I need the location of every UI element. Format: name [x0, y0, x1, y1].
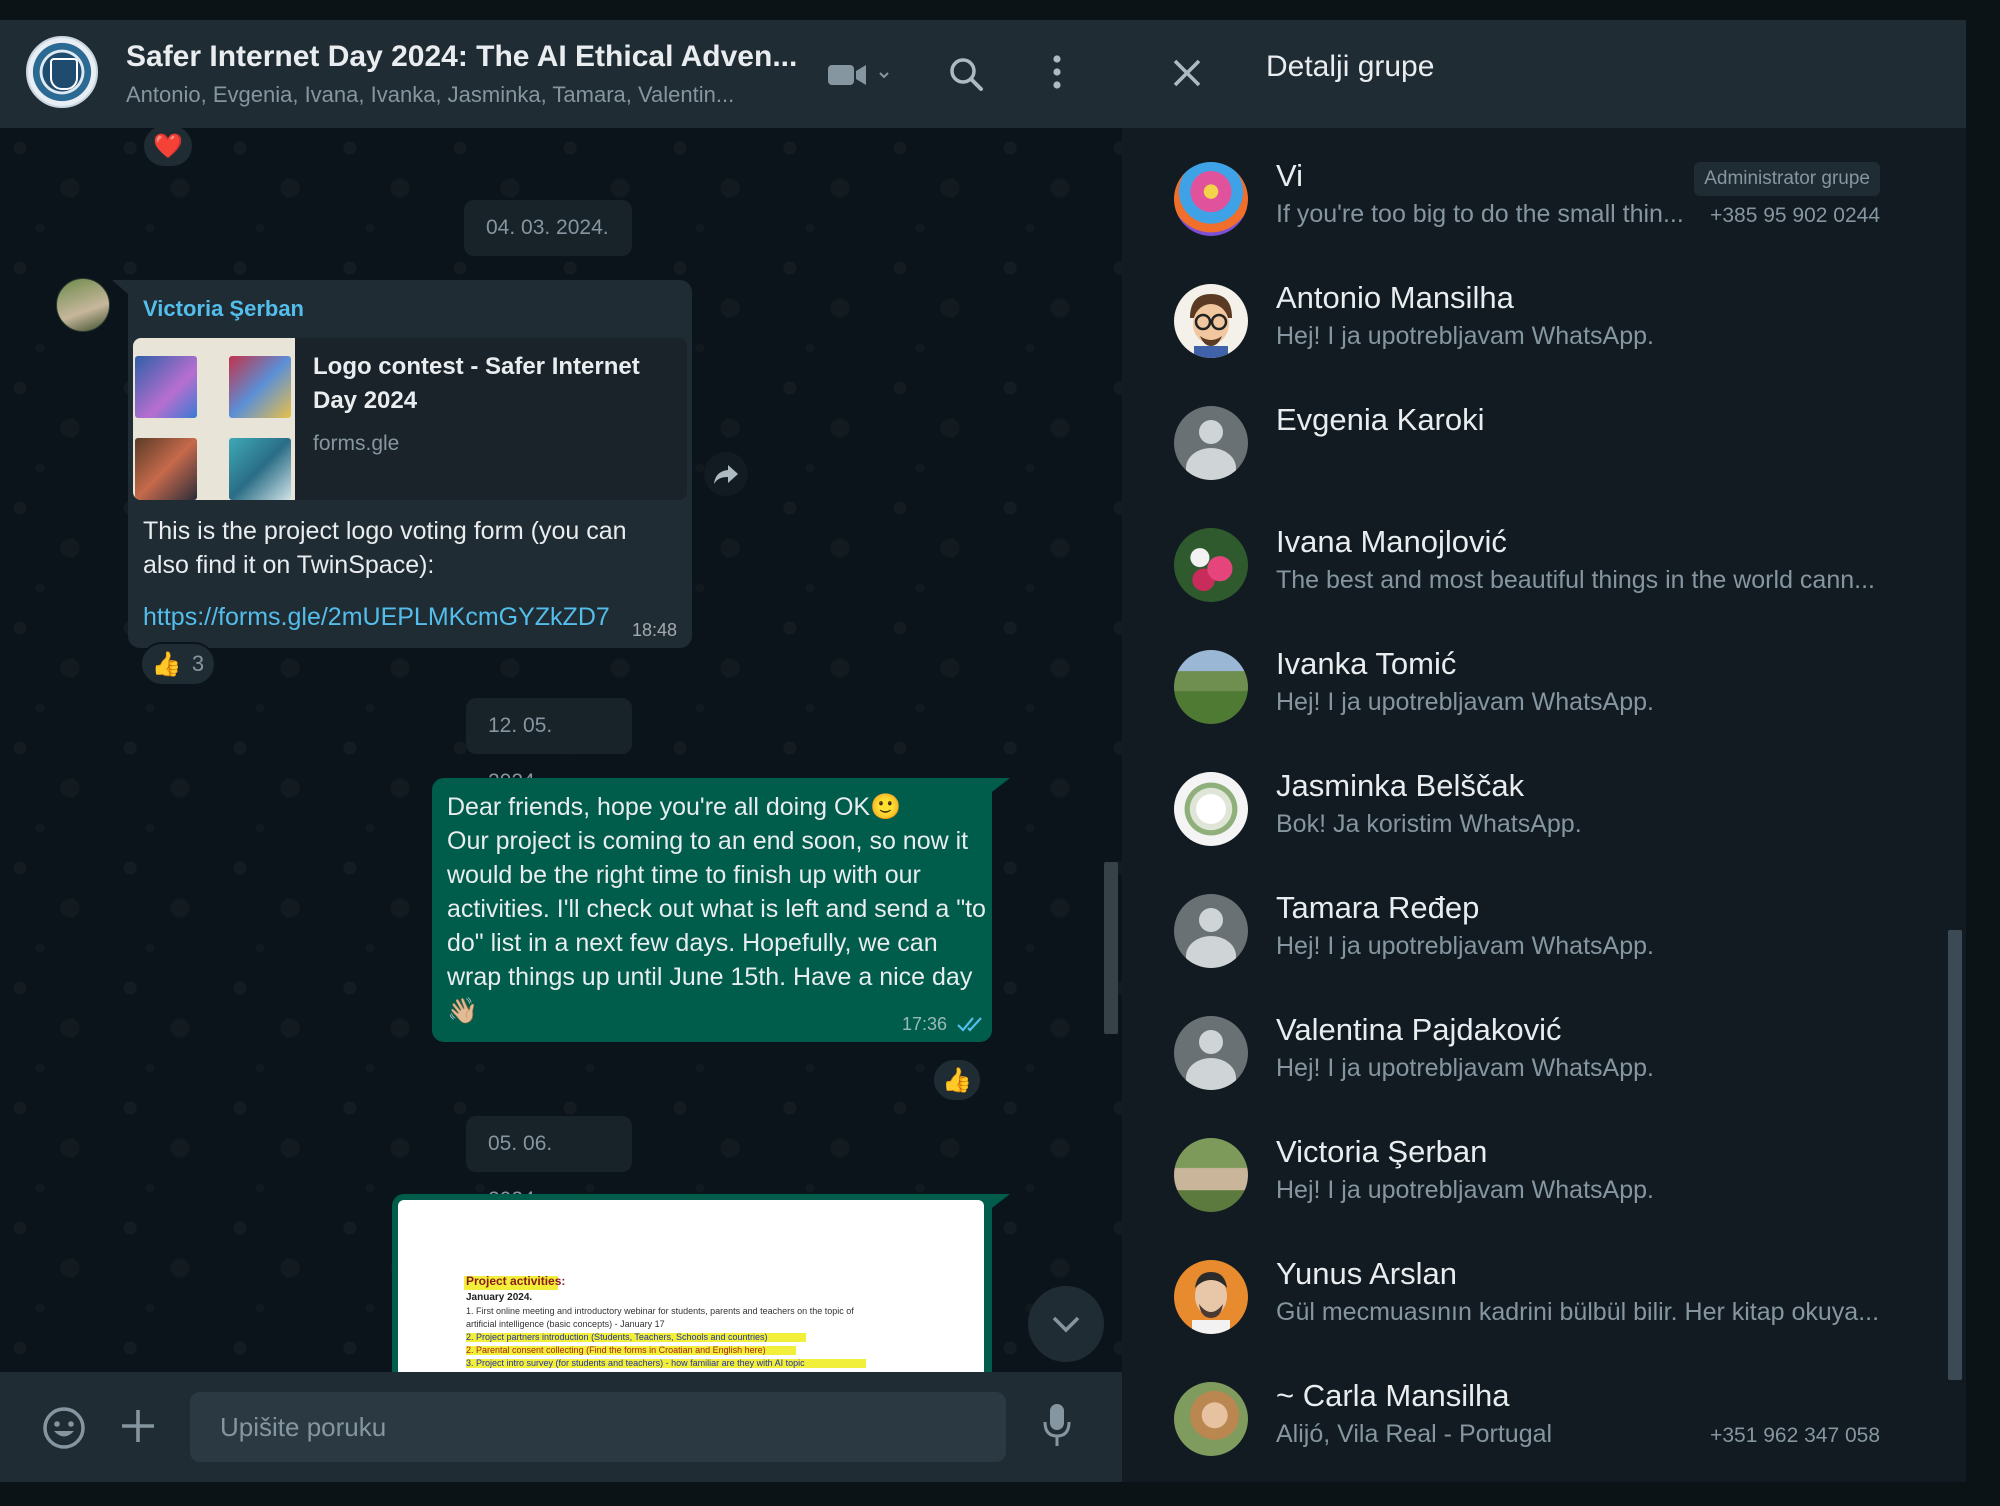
search-icon[interactable]: [946, 54, 986, 94]
member-row[interactable]: Ivanka Tomić Hej! I ja upotrebljavam Wha…: [1122, 630, 1922, 752]
avatar[interactable]: [1174, 284, 1248, 358]
details-scrollbar-track: [1948, 128, 1966, 1482]
message-sender[interactable]: Victoria Şerban: [143, 296, 304, 322]
admin-badge: Administrator grupe: [1694, 162, 1880, 196]
group-details-pane: Detalji grupe Vi Administrator grupe If …: [1122, 20, 1966, 1482]
message-time: 18:48: [632, 620, 678, 640]
thumbs-reaction[interactable]: 👍: [932, 1058, 982, 1102]
message-text-body: Our project is coming to an end soon, so…: [447, 827, 986, 1025]
date-separator: 04. 03. 2024.: [464, 200, 632, 256]
member-status: Alijó, Vila Real - Portugal: [1276, 1420, 1553, 1448]
avatar[interactable]: [1174, 772, 1248, 846]
member-row[interactable]: Tamara Ređep Hej! I ja upotrebljavam Wha…: [1122, 874, 1922, 996]
sender-avatar[interactable]: [56, 278, 110, 332]
member-name: Jasminka Belščak: [1276, 768, 1525, 803]
member-status: Hej! I ja upotrebljavam WhatsApp.: [1276, 322, 1654, 350]
member-row[interactable]: Ivana Manojlović The best and most beaut…: [1122, 508, 1922, 630]
video-call-icon[interactable]: [826, 60, 896, 90]
bubble-tail: [992, 778, 1010, 792]
document-image[interactable]: Project activities: January 2024. 1. Fir…: [398, 1200, 984, 1394]
details-title: Detalji grupe: [1266, 50, 1435, 83]
date-separator: 05. 06. 2024.: [466, 1116, 632, 1211]
member-name: Vi: [1276, 158, 1304, 193]
heart-reaction[interactable]: ❤️: [142, 124, 194, 168]
member-name: ~ Carla Mansilha: [1276, 1378, 1510, 1413]
member-name: Ivanka Tomić: [1276, 646, 1457, 681]
microphone-icon[interactable]: [1042, 1402, 1072, 1453]
details-scrollbar[interactable]: [1948, 930, 1962, 1380]
menu-icon[interactable]: [1042, 52, 1072, 92]
avatar[interactable]: [1174, 1260, 1248, 1334]
attach-plus-icon[interactable]: [120, 1408, 156, 1449]
member-row[interactable]: Valentina Pajdaković Hej! I ja upotreblj…: [1122, 996, 1922, 1118]
chat-scrollbar[interactable]: [1104, 862, 1118, 1034]
message-input-bar: Upišite poruku: [0, 1372, 1122, 1482]
member-name: Evgenia Karoki: [1276, 402, 1485, 437]
member-status: Hej! I ja upotrebljavam WhatsApp.: [1276, 688, 1654, 716]
chat-participants[interactable]: Antonio, Evgenia, Ivana, Ivanka, Jasmink…: [126, 82, 734, 108]
group-avatar[interactable]: [26, 36, 98, 108]
message-link[interactable]: https://forms.gle/2mUEPLMKcmGYZkZD7: [143, 600, 610, 634]
bubble-tail: [992, 1194, 1010, 1208]
member-row[interactable]: Yunus Arslan Gül mecmuasının kadrini bül…: [1122, 1240, 1922, 1362]
member-name: Tamara Ređep: [1276, 890, 1480, 925]
link-preview-card[interactable]: Logo contest - Safer Internet Day 2024 f…: [133, 338, 687, 500]
member-name: Valentina Pajdaković: [1276, 1012, 1562, 1047]
avatar[interactable]: [1174, 406, 1248, 480]
chat-pane: Safer Internet Day 2024: The AI Ethical …: [0, 20, 1122, 1482]
bubble-tail: [112, 280, 128, 294]
member-status: Gül mecmuasının kadrini bülbül bilir. He…: [1276, 1298, 1880, 1326]
avatar[interactable]: [1174, 1382, 1248, 1456]
emoji-icon[interactable]: [42, 1406, 86, 1455]
avatar[interactable]: [1174, 1138, 1248, 1212]
member-status: Hej! I ja upotrebljavam WhatsApp.: [1276, 1176, 1654, 1204]
details-header: Detalji grupe: [1122, 20, 1966, 128]
link-preview-thumbnail: [133, 338, 295, 500]
chat-header[interactable]: Safer Internet Day 2024: The AI Ethical …: [0, 20, 1122, 128]
thumbs-reaction[interactable]: 👍 3: [140, 642, 216, 686]
avatar[interactable]: [1174, 894, 1248, 968]
member-phone: +385 95 902 0244: [1710, 204, 1880, 227]
member-status: Bok! Ja koristim WhatsApp.: [1276, 810, 1582, 838]
member-phone: +351 962 347 058: [1710, 1424, 1880, 1447]
member-status: Hej! I ja upotrebljavam WhatsApp.: [1276, 932, 1654, 960]
member-row[interactable]: ~ Carla Mansilha Alijó, Vila Real - Port…: [1122, 1362, 1922, 1482]
avatar[interactable]: [1174, 528, 1248, 602]
message-text-line1: Dear friends, hope you're all doing OK🙂: [447, 793, 902, 821]
link-title: Logo contest - Safer Internet Day 2024: [313, 353, 640, 414]
scroll-down-icon[interactable]: [1028, 1286, 1104, 1362]
link-domain: forms.gle: [313, 432, 400, 455]
incoming-message[interactable]: Victoria Şerban Logo contest - Safer Int…: [128, 280, 692, 648]
member-row[interactable]: Vi Administrator grupe If you're too big…: [1122, 142, 1922, 264]
avatar[interactable]: [1174, 1016, 1248, 1090]
chat-title[interactable]: Safer Internet Day 2024: The AI Ethical …: [126, 40, 797, 74]
member-status: The best and most beautiful things in th…: [1276, 566, 1875, 594]
member-row[interactable]: Antonio Mansilha Hej! I ja upotrebljavam…: [1122, 264, 1922, 386]
double-check-icon: [956, 1014, 986, 1039]
window-top-strip: [0, 0, 2000, 20]
outgoing-image-message[interactable]: Project activities: January 2024. 1. Fir…: [392, 1194, 992, 1394]
member-name: Ivana Manojlović: [1276, 524, 1507, 559]
avatar[interactable]: [1174, 650, 1248, 724]
close-icon[interactable]: [1172, 58, 1202, 93]
window-bottom-strip: [0, 1482, 2000, 1506]
member-row[interactable]: Jasminka Belščak Bok! Ja koristim WhatsA…: [1122, 752, 1922, 874]
member-row[interactable]: Victoria Şerban Hej! I ja upotrebljavam …: [1122, 1118, 1922, 1240]
member-name: Yunus Arslan: [1276, 1256, 1457, 1291]
message-input[interactable]: Upišite poruku: [190, 1392, 1006, 1462]
member-name: Victoria Şerban: [1276, 1134, 1488, 1169]
forward-icon[interactable]: [704, 452, 748, 496]
whatsapp-app: Safer Internet Day 2024: The AI Ethical …: [0, 20, 1966, 1482]
member-row[interactable]: Evgenia Karoki: [1122, 386, 1922, 508]
avatar[interactable]: [1174, 162, 1248, 236]
message-time: 17:36: [902, 1014, 948, 1034]
member-name: Antonio Mansilha: [1276, 280, 1514, 315]
member-status: Hej! I ja upotrebljavam WhatsApp.: [1276, 1054, 1654, 1082]
message-text: This is the project logo voting form (yo…: [143, 517, 627, 579]
member-status: If you're too big to do the small thin..…: [1276, 200, 1684, 228]
date-separator: 12. 05. 2024.: [466, 698, 632, 793]
outgoing-message[interactable]: Dear friends, hope you're all doing OK🙂 …: [432, 778, 992, 1042]
